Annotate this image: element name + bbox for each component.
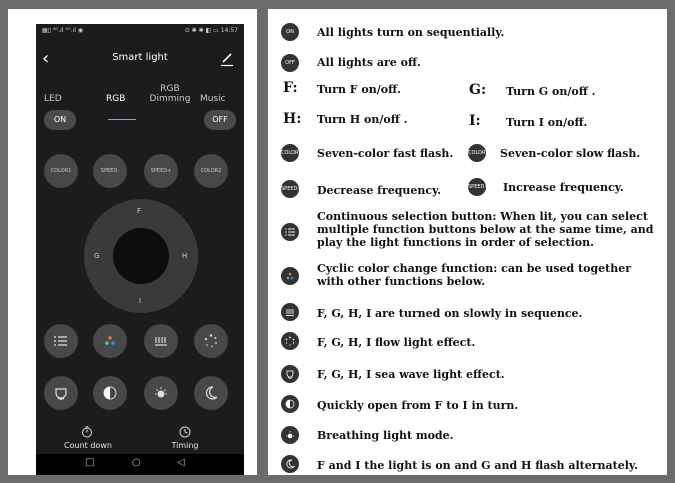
slow-on-button[interactable] <box>144 324 178 358</box>
continuous-select-button[interactable] <box>44 324 78 358</box>
color1-button[interactable]: COLOR1 <box>44 154 78 188</box>
i-desc: Turn I on/off. <box>506 116 588 129</box>
h-letter: H: <box>283 111 302 127</box>
f-letter: F: <box>283 80 298 96</box>
on-desc: All lights turn on sequentially. <box>317 26 505 39</box>
breathing-icon <box>281 426 299 444</box>
speed-minus-button[interactable]: SPEED- <box>93 154 127 188</box>
speed-plus-icon: SPEED+ <box>468 178 489 196</box>
tab-led[interactable]: LED <box>44 94 62 104</box>
cyclic-color-button[interactable] <box>93 324 127 358</box>
home-icon[interactable]: ○ <box>132 457 141 468</box>
color1-desc: Seven-color fast flash. <box>317 147 454 160</box>
speed-plus-button[interactable]: SPEED+ <box>144 154 178 188</box>
slow-on-desc: F, G, H, I are turned on slowly in seque… <box>317 307 583 320</box>
quick-open-icon <box>281 395 299 413</box>
fghi-wheel[interactable]: F G H I <box>84 199 198 313</box>
android-nav-bar: □ ○ ◁ <box>36 454 244 475</box>
tab-music[interactable]: Music <box>200 94 226 104</box>
wheel-label-i[interactable]: I <box>139 297 141 305</box>
wheel-label-g[interactable]: G <box>94 252 99 260</box>
spin-dots-icon <box>204 334 217 348</box>
top-nav: ‹ Smart light <box>36 46 244 72</box>
lamps-icon <box>155 337 167 346</box>
off-icon: OFF <box>281 54 299 72</box>
list-icon <box>285 228 295 236</box>
spin-dots-icon <box>285 336 295 346</box>
recent-apps-icon[interactable]: □ <box>85 457 94 468</box>
off-button[interactable]: OFF <box>204 110 236 130</box>
page-title: Smart light <box>112 52 168 63</box>
status-bar: ▦▯ ⁴ᴳ.ıl ⁴ᴳ.ıl ◉ ⊙ ✱ ✱ ◧ ▭ 14:57 <box>36 24 244 38</box>
g-desc: Turn G on/off . <box>506 85 596 98</box>
off-desc: All lights are off. <box>317 56 421 69</box>
on-button[interactable]: ON <box>44 110 76 130</box>
status-right: ⊙ ✱ ✱ ◧ ▭ 14:57 <box>184 27 238 34</box>
continuous-icon <box>281 223 299 241</box>
tab-rgb[interactable]: RGB <box>106 94 125 104</box>
crescent-icon <box>286 459 295 469</box>
flow-icon <box>281 332 299 350</box>
list-icon <box>54 336 67 346</box>
speed-minus-desc: Decrease frequency. <box>317 184 442 197</box>
alternate-flash-button[interactable] <box>194 376 228 410</box>
sea-wave-button[interactable] <box>44 376 78 410</box>
i-letter: I: <box>469 113 481 129</box>
crescent-icon <box>205 386 218 400</box>
phone-screen: ▦▯ ⁴ᴳ.ıl ⁴ᴳ.ıl ◉ ⊙ ✱ ✱ ◧ ▭ 14:57 ‹ Smart… <box>36 24 244 475</box>
wheel-center[interactable] <box>113 228 169 284</box>
quick-open-button[interactable] <box>93 376 127 410</box>
sun-icon <box>286 431 294 439</box>
speed-plus-desc: Increase frequency. <box>503 181 624 194</box>
status-left: ▦▯ ⁴ᴳ.ıl ⁴ᴳ.ıl ◉ <box>42 27 84 34</box>
alternate-icon <box>281 455 299 473</box>
on-icon: ON <box>281 23 299 41</box>
f-desc: Turn F on/off. <box>317 83 401 96</box>
h-desc: Turn H on/off . <box>317 113 408 126</box>
color2-icon: COLOR2 <box>468 144 489 162</box>
half-moon-icon <box>103 386 117 400</box>
cyclic-desc: Cyclic color change function: can be use… <box>317 262 632 288</box>
slow-on-icon <box>281 303 299 321</box>
wheel-label-f[interactable]: F <box>137 207 141 215</box>
continuous-desc: Continuous selection button: When lit, y… <box>317 210 654 249</box>
flow-button[interactable] <box>194 324 228 358</box>
tab-indicator <box>108 119 136 120</box>
cyclic-icon <box>281 267 299 285</box>
dots-cycle-icon <box>105 336 115 345</box>
flow-desc: F, G, H, I flow light effect. <box>317 336 476 349</box>
color2-desc: Seven-color slow flash. <box>500 147 641 160</box>
half-moon-icon <box>285 399 295 409</box>
quick-open-desc: Quickly open from F to I in turn. <box>317 399 519 412</box>
sun-icon <box>155 387 167 398</box>
speed-minus-icon: SPEED- <box>281 180 299 198</box>
sea-wave-desc: F, G, H, I sea wave light effect. <box>317 368 505 381</box>
lamps-icon <box>286 309 294 316</box>
wave-icon <box>286 370 294 379</box>
timing-icon[interactable] <box>179 426 191 438</box>
alternate-desc: F and I the light is on and G and H flas… <box>317 459 638 472</box>
countdown-icon[interactable] <box>81 426 93 438</box>
color1-icon: COLOR1 <box>281 144 302 162</box>
tab-rgb-dimming[interactable]: RGB Dimming <box>148 84 192 104</box>
legend-panel: ON All lights turn on sequentially. OFF … <box>268 9 667 475</box>
breathing-desc: Breathing light mode. <box>317 429 454 442</box>
sea-wave-icon <box>281 365 299 383</box>
g-letter: G: <box>469 82 487 98</box>
countdown-label[interactable]: Count down <box>58 441 118 450</box>
breathing-button[interactable] <box>144 376 178 410</box>
wave-icon <box>55 388 67 401</box>
timing-label[interactable]: Timing <box>156 441 214 450</box>
color2-button[interactable]: COLOR2 <box>194 154 228 188</box>
back-nav-icon[interactable]: ◁ <box>177 457 185 468</box>
edit-icon[interactable] <box>220 51 234 67</box>
phone-panel: ▦▯ ⁴ᴳ.ıl ⁴ᴳ.ıl ◉ ⊙ ✱ ✱ ◧ ▭ 14:57 ‹ Smart… <box>8 9 257 475</box>
dots-cycle-icon <box>286 272 294 280</box>
wheel-label-h[interactable]: H <box>182 252 187 260</box>
